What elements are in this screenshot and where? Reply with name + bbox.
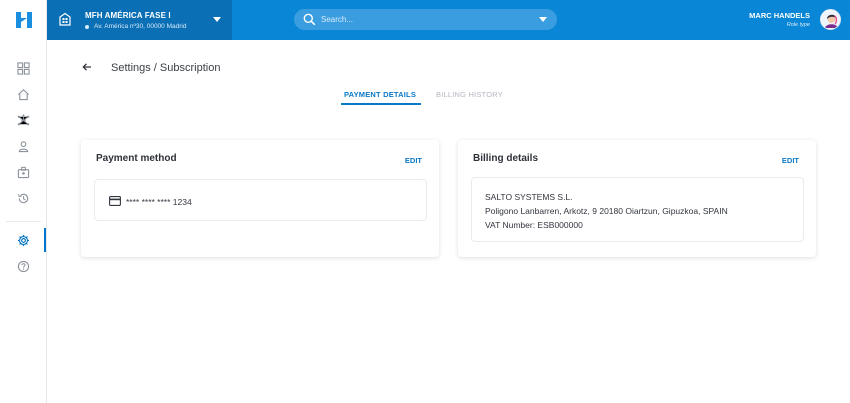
payment-method-title: Payment method — [96, 153, 177, 164]
top-bar: MFH AMÉRICA FASE I Av. América nº30, 000… — [47, 0, 850, 40]
user-icon — [18, 140, 28, 152]
home-icon — [17, 88, 29, 100]
search-input[interactable] — [321, 12, 521, 27]
grid-icon — [16, 61, 30, 75]
user-name: MARC HANDELS — [749, 11, 810, 20]
location-pin-icon — [85, 24, 89, 29]
app-logo[interactable] — [0, 0, 47, 40]
network-icon — [17, 113, 29, 125]
active-tab-indicator — [341, 103, 421, 105]
avatar[interactable] — [820, 9, 841, 30]
breadcrumb: Settings / Subscription — [111, 62, 221, 74]
tab-payment-details[interactable]: PAYMENT DETAILS — [344, 90, 416, 99]
avatar-illustration — [821, 10, 840, 29]
site-selector[interactable]: MFH AMÉRICA FASE I Av. América nº30, 000… — [47, 0, 232, 40]
payment-edit-button[interactable]: EDIT — [405, 156, 422, 165]
sidebar — [0, 0, 47, 403]
building-icon — [59, 12, 71, 26]
site-address: Av. América nº30, 00000 Madrid — [94, 23, 187, 30]
search-icon — [303, 13, 316, 26]
sidebar-item-dashboard[interactable] — [0, 56, 46, 80]
payment-card-box: **** **** **** 1234 — [94, 179, 427, 221]
credit-card-icon — [109, 196, 121, 206]
sidebar-item-keys[interactable] — [0, 160, 46, 184]
history-icon — [17, 193, 28, 203]
tab-billing-history[interactable]: BILLING HISTORY — [436, 90, 503, 99]
billing-details-title: Billing details — [473, 153, 539, 164]
back-button[interactable] — [80, 60, 94, 74]
sidebar-item-help[interactable] — [0, 254, 46, 278]
search-bar[interactable] — [294, 9, 557, 30]
site-address-row: Av. América nº30, 00000 Madrid — [85, 23, 186, 30]
gear-icon — [17, 234, 29, 246]
search-filter-dropdown-icon[interactable] — [539, 17, 547, 22]
sidebar-item-users[interactable] — [0, 134, 46, 158]
badge-icon — [17, 166, 29, 178]
billing-details-card: Billing details EDIT SALTO SYSTEMS S.L. … — [458, 140, 816, 257]
user-info[interactable]: MARC HANDELS Role type — [749, 11, 810, 28]
chevron-down-icon — [213, 17, 221, 22]
sidebar-item-home[interactable] — [0, 82, 46, 106]
sidebar-divider — [6, 221, 41, 222]
user-role: Role type — [786, 22, 810, 28]
billing-company: SALTO SYSTEMS S.L. — [485, 192, 573, 202]
sidebar-item-settings[interactable] — [0, 228, 46, 252]
sidebar-item-network[interactable] — [0, 108, 46, 132]
billing-vat: VAT Number: ESB000000 — [485, 220, 583, 230]
billing-address: Poligono Lanbarren, Arkotz, 9 20180 Oiar… — [485, 206, 728, 216]
billing-info-box: SALTO SYSTEMS S.L. Poligono Lanbarren, A… — [471, 177, 804, 242]
payment-method-card: Payment method EDIT **** **** **** 1234 — [81, 140, 439, 257]
help-icon — [17, 260, 29, 272]
arrow-left-icon — [82, 63, 91, 71]
site-name: MFH AMÉRICA FASE I — [85, 11, 171, 20]
billing-edit-button[interactable]: EDIT — [782, 156, 799, 165]
card-number: **** **** **** 1234 — [126, 197, 192, 207]
sidebar-item-history[interactable] — [0, 186, 46, 210]
